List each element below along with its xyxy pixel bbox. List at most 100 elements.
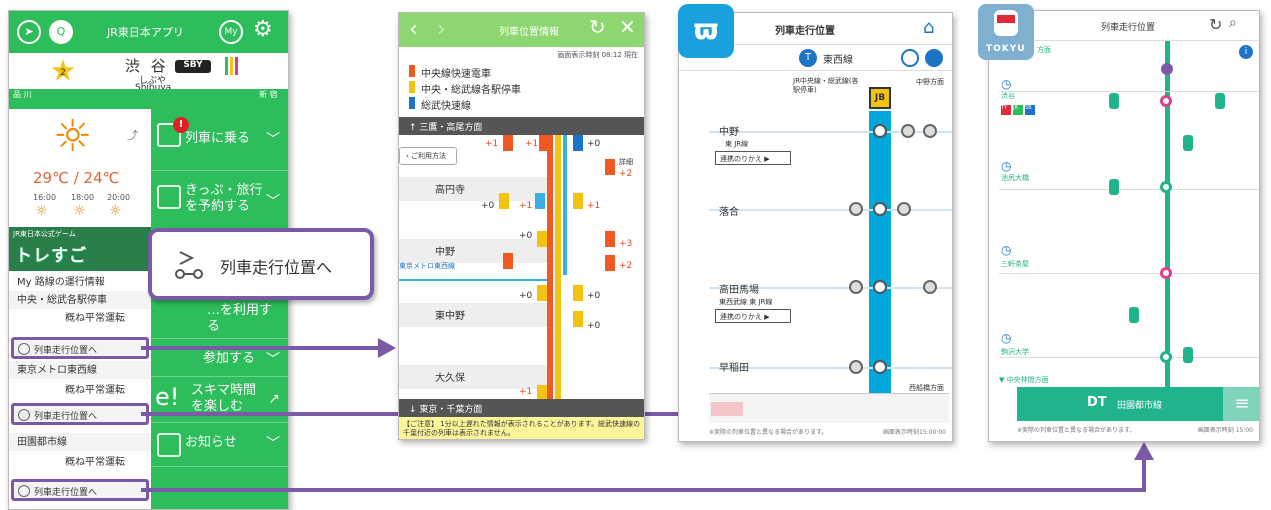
menu-notice[interactable]: お知らせ ﹀ [151, 423, 288, 467]
share-icon[interactable]: ⤴ [127, 127, 138, 143]
line-footer-bar[interactable]: DT 田園都市線 ≡ [1017, 387, 1259, 421]
legend-swatch [409, 65, 415, 77]
train-position-link-1[interactable]: 列車走行位置へ [11, 337, 149, 359]
train-marker[interactable] [539, 135, 549, 151]
close-icon[interactable]: ✕ [619, 15, 636, 39]
train-marker[interactable] [573, 193, 583, 209]
train-icon[interactable] [901, 124, 915, 138]
station-name: 中野 [719, 127, 739, 138]
station-marker[interactable] [1160, 95, 1172, 107]
train-icon[interactable] [849, 280, 863, 294]
train-icon[interactable] [849, 202, 863, 216]
settings-gear-icon[interactable]: ⚙ [253, 17, 273, 42]
legend-swatch [409, 81, 415, 93]
station-marker[interactable] [873, 124, 887, 138]
station-board[interactable]: 2 渋 谷 しぶや Shibuya SBY 品 川 新 宿 [9, 53, 288, 101]
train-marker[interactable] [537, 231, 547, 247]
mini-map-viewport[interactable] [711, 402, 743, 416]
notice-title: 【ご注意】 [403, 420, 438, 428]
direction-label: 中央林間方面 [1006, 376, 1049, 384]
train-marker[interactable] [605, 231, 615, 247]
train-marker[interactable] [1183, 135, 1193, 151]
line-color-stripe [235, 57, 238, 75]
weather-panel[interactable]: ☼ ⤴ 29℃ / 24℃ 16:00 18:00 20:00 ☼ ☼ ☼ [9, 109, 151, 227]
location-icon[interactable]: ➤ [17, 20, 41, 44]
mini-map[interactable] [709, 393, 949, 423]
train-icon[interactable] [897, 202, 911, 216]
station-marker[interactable] [1160, 351, 1172, 363]
info-icon[interactable]: i [1239, 45, 1253, 59]
direction-icon[interactable] [925, 49, 943, 67]
train-position-link-2[interactable]: 列車走行位置へ [11, 403, 149, 425]
usage-button[interactable]: ‹ ご利用方法 [399, 147, 457, 165]
station-sub: 東 JR線 [725, 140, 749, 148]
refresh-icon[interactable]: ↻ [589, 15, 606, 39]
refresh-icon[interactable]: ↻ [1209, 15, 1222, 34]
menu-icon[interactable]: ≡ [1223, 387, 1259, 421]
train-marker[interactable] [1109, 93, 1119, 109]
train-marker[interactable] [535, 193, 545, 209]
my-page-icon[interactable]: My [219, 20, 243, 44]
station-marker[interactable] [873, 280, 887, 294]
train-marker[interactable] [605, 159, 615, 175]
train-marker[interactable] [573, 311, 583, 327]
back-arrow-icon[interactable]: ‹ [409, 17, 418, 42]
train-marker[interactable] [503, 135, 513, 151]
train-marker[interactable] [1215, 93, 1225, 109]
train-icon[interactable] [849, 360, 863, 374]
search-icon[interactable]: Q [49, 20, 73, 44]
menu-participate[interactable]: 参加する ﹀ [151, 339, 288, 377]
train-marker[interactable] [1183, 347, 1193, 363]
menu-board-train[interactable]: ! 列車に乗る ﹀ [151, 109, 288, 171]
line-color-stripe [225, 57, 228, 75]
favorite-icon[interactable] [901, 49, 919, 67]
forecast-time-3: 20:00 [107, 193, 131, 202]
direction-up-bar: ↑ 三鷹・高尾方面 [399, 117, 644, 135]
tokyu-position-screen: 列車走行位置 ↻ ⌕ 方面 i ◷ 渋谷 TY JR SB ◷ 池尻大橋 ◷ 三… [988, 10, 1260, 442]
train-icon[interactable] [923, 124, 937, 138]
train-marker[interactable] [605, 255, 615, 271]
detail-label[interactable]: 詳細 [619, 157, 633, 167]
train-marker[interactable] [573, 285, 583, 301]
menu-spare-time[interactable]: e! スキマ時間を楽しむ ↗ [151, 377, 288, 423]
direction-top: 中野方面 [916, 78, 944, 86]
search-icon[interactable]: ⌕ [1229, 15, 1237, 31]
station-marker[interactable] [873, 202, 887, 216]
forecast-time-2: 18:00 [71, 193, 95, 202]
station-marker[interactable] [1160, 267, 1172, 279]
arrow-to-tokyu [141, 488, 1146, 492]
route-name-2: 東京メトロ東西線 [9, 361, 151, 379]
favorite-star-icon[interactable]: 2 [51, 59, 75, 81]
zoom-callout: 列車走行位置へ [148, 228, 374, 300]
train-position-link-3[interactable]: 列車走行位置へ [11, 479, 149, 501]
train-marker[interactable] [1129, 307, 1139, 323]
train-marker[interactable] [499, 193, 509, 209]
menu-label: きっぷ・旅行を予約する [185, 183, 263, 214]
menu-label: スキマ時間を楽しむ [191, 383, 257, 414]
notice-box: 【ご注意】 1分以上遅れた情報が表示されることがあります。総武快速線の千葉付近の… [399, 417, 644, 439]
train-marker[interactable] [503, 253, 513, 269]
train-icon[interactable] [923, 280, 937, 294]
train-marker[interactable] [1109, 179, 1119, 195]
grid-line [999, 357, 1259, 358]
menu-label: 参加する [203, 351, 256, 366]
route-icon [18, 409, 30, 421]
legend-swatch [409, 97, 415, 109]
transfer-button[interactable]: 連携のりかえ ▶ [715, 151, 791, 165]
train-marker[interactable] [573, 135, 583, 151]
station-name: 渋谷 [1001, 92, 1015, 100]
home-icon[interactable]: ⌂ [923, 17, 934, 38]
game-banner[interactable]: JR東日本公式ゲーム トレすご [9, 227, 151, 271]
delay-value: +3 [619, 239, 633, 249]
forward-arrow-icon[interactable]: › [437, 17, 446, 42]
train-marker[interactable] [537, 285, 547, 301]
station-marker[interactable] [873, 360, 887, 374]
ticket-icon [157, 185, 181, 209]
route-status-2: 概ね平常運転 [65, 385, 125, 396]
station-marker[interactable] [1160, 181, 1172, 193]
station-code-badge: SBY [175, 60, 211, 73]
transfer-button[interactable]: 連携のりかえ ▶ [715, 309, 791, 323]
track-local [555, 135, 561, 399]
menu-book-ticket[interactable]: きっぷ・旅行を予約する ﹀ [151, 171, 288, 233]
legend-label: 総武快速線 [421, 101, 471, 112]
